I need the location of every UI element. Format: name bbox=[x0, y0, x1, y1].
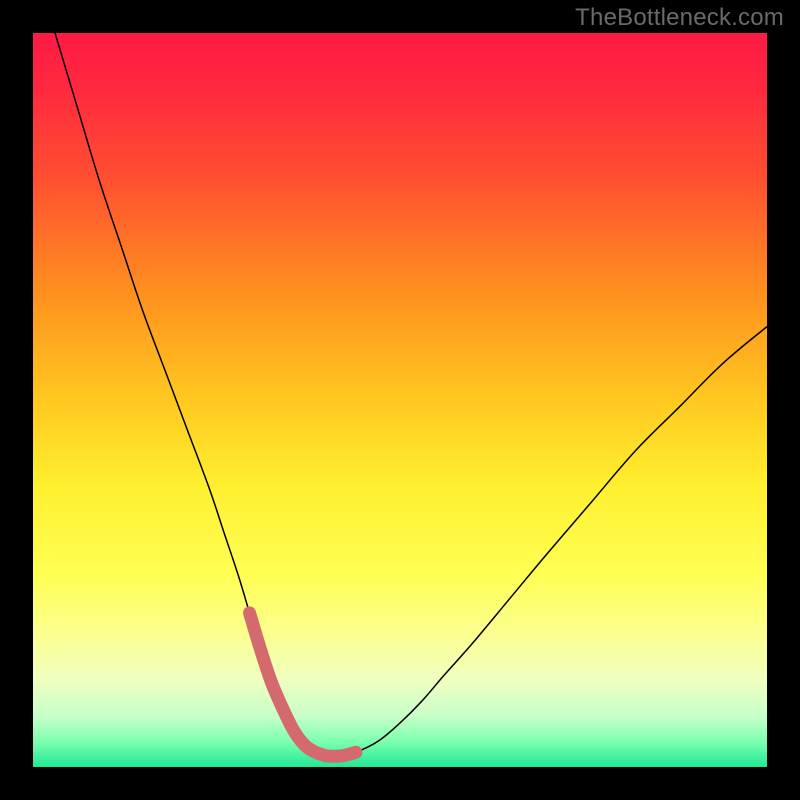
watermark-text: TheBottleneck.com bbox=[575, 4, 784, 32]
chart-frame: TheBottleneck.com bbox=[0, 0, 800, 800]
plot-background bbox=[33, 33, 767, 767]
chart-svg bbox=[33, 33, 767, 767]
highlight-right-ascent bbox=[327, 752, 356, 756]
